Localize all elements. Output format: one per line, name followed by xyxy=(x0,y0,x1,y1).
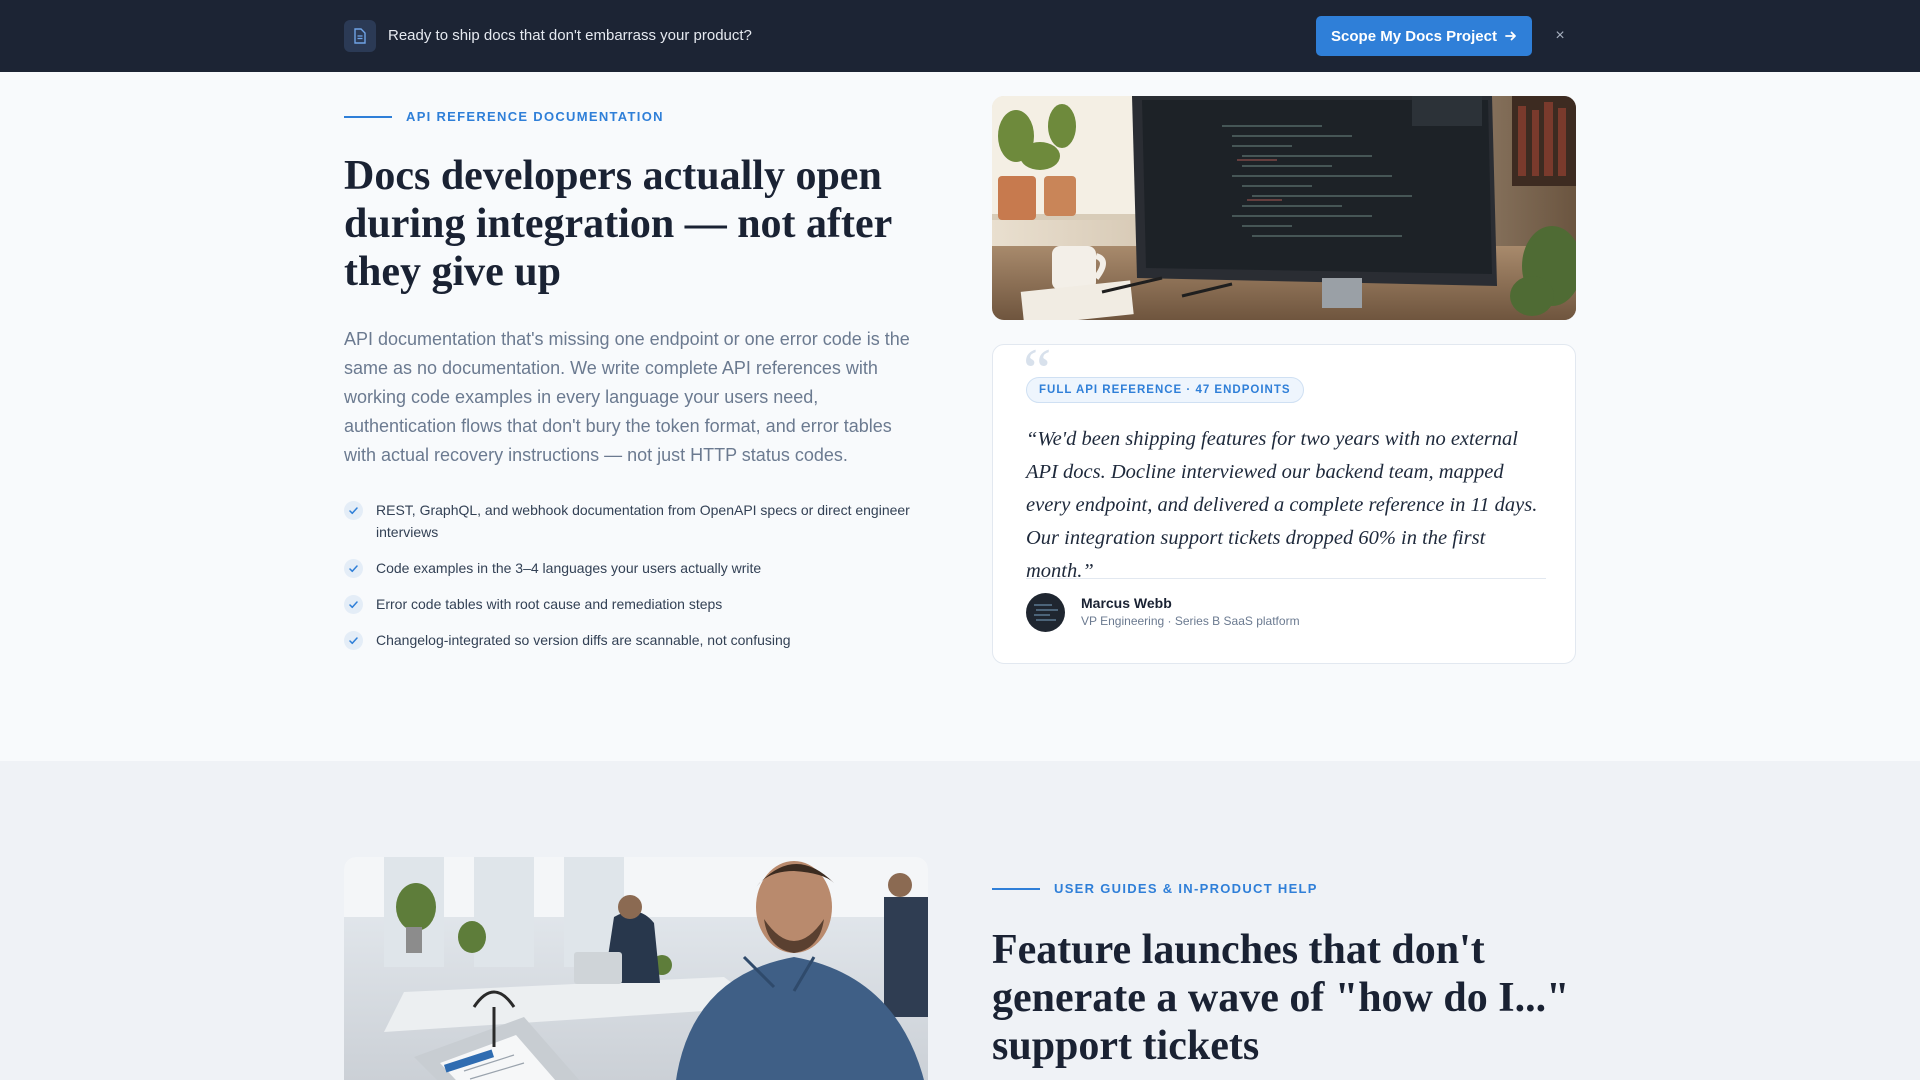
check-icon xyxy=(344,559,363,578)
avatar xyxy=(1026,593,1065,632)
eyebrow-text: USER GUIDES & IN-PRODUCT HELP xyxy=(1054,881,1318,896)
section-eyebrow: API REFERENCE DOCUMENTATION xyxy=(344,109,664,124)
user-guides-section: USER GUIDES & IN-PRODUCT HELP Feature la… xyxy=(0,761,1920,1080)
section-eyebrow: USER GUIDES & IN-PRODUCT HELP xyxy=(992,881,1318,896)
list-item-text: Code examples in the 3–4 languages your … xyxy=(376,560,762,576)
workspace-monitor-photo xyxy=(992,96,1576,320)
feature-list: REST, GraphQL, and webhook documentation… xyxy=(344,499,920,665)
title-line: Feature launches that don't xyxy=(992,927,1485,973)
title-line: they give up xyxy=(344,249,562,295)
check-icon xyxy=(344,595,363,614)
arrow-right-icon xyxy=(1505,31,1516,41)
cta-label: Scope My Docs Project xyxy=(1331,27,1497,45)
list-item: REST, GraphQL, and webhook documentation… xyxy=(344,499,920,543)
document-icon xyxy=(344,20,376,52)
title-line: during integration — not after xyxy=(344,201,893,247)
title-line: Docs developers actually open xyxy=(344,153,882,199)
testimonial-quote: “We'd been shipping features for two yea… xyxy=(1026,428,1538,582)
title-line: support tickets xyxy=(992,1023,1260,1069)
api-reference-section: API REFERENCE DOCUMENTATION Docs develop… xyxy=(0,72,1920,761)
list-item-text: Error code tables with root cause and re… xyxy=(376,596,723,612)
project-badge: FULL API REFERENCE · 47 ENDPOINTS xyxy=(1026,377,1304,403)
list-item-text: REST, GraphQL, and webhook documentation… xyxy=(376,502,910,540)
eyebrow-rule xyxy=(344,115,392,118)
list-item: Changelog-integrated so version diffs ar… xyxy=(344,629,920,651)
title-line: generate a wave of "how do I..." xyxy=(992,975,1570,1021)
scope-docs-project-button[interactable]: Scope My Docs Project xyxy=(1316,16,1532,56)
eyebrow-text: API REFERENCE DOCUMENTATION xyxy=(406,109,664,124)
section-title: Docs developers actually open during int… xyxy=(344,152,892,296)
announcement-banner: Ready to ship docs that don't embarrass … xyxy=(0,0,1920,72)
list-item-text: Changelog-integrated so version diffs ar… xyxy=(376,632,791,648)
section-title: Feature launches that don't generate a w… xyxy=(992,926,1569,1070)
close-banner-button[interactable]: × xyxy=(1548,24,1572,48)
office-worker-laptop-photo xyxy=(344,857,928,1080)
author-name: Marcus Webb xyxy=(1081,595,1172,611)
author-role: VP Engineering · Series B SaaS platform xyxy=(1081,614,1300,628)
testimonial-card: “ FULL API REFERENCE · 47 ENDPOINTS “We'… xyxy=(992,339,1576,664)
list-item: Error code tables with root cause and re… xyxy=(344,593,920,615)
banner-message: Ready to ship docs that don't embarrass … xyxy=(388,27,752,44)
check-icon xyxy=(344,501,363,520)
check-icon xyxy=(344,631,363,650)
section-lead: API documentation that's missing one end… xyxy=(344,329,910,465)
card-divider xyxy=(1026,578,1546,579)
eyebrow-rule xyxy=(992,887,1040,890)
list-item: Code examples in the 3–4 languages your … xyxy=(344,557,920,579)
